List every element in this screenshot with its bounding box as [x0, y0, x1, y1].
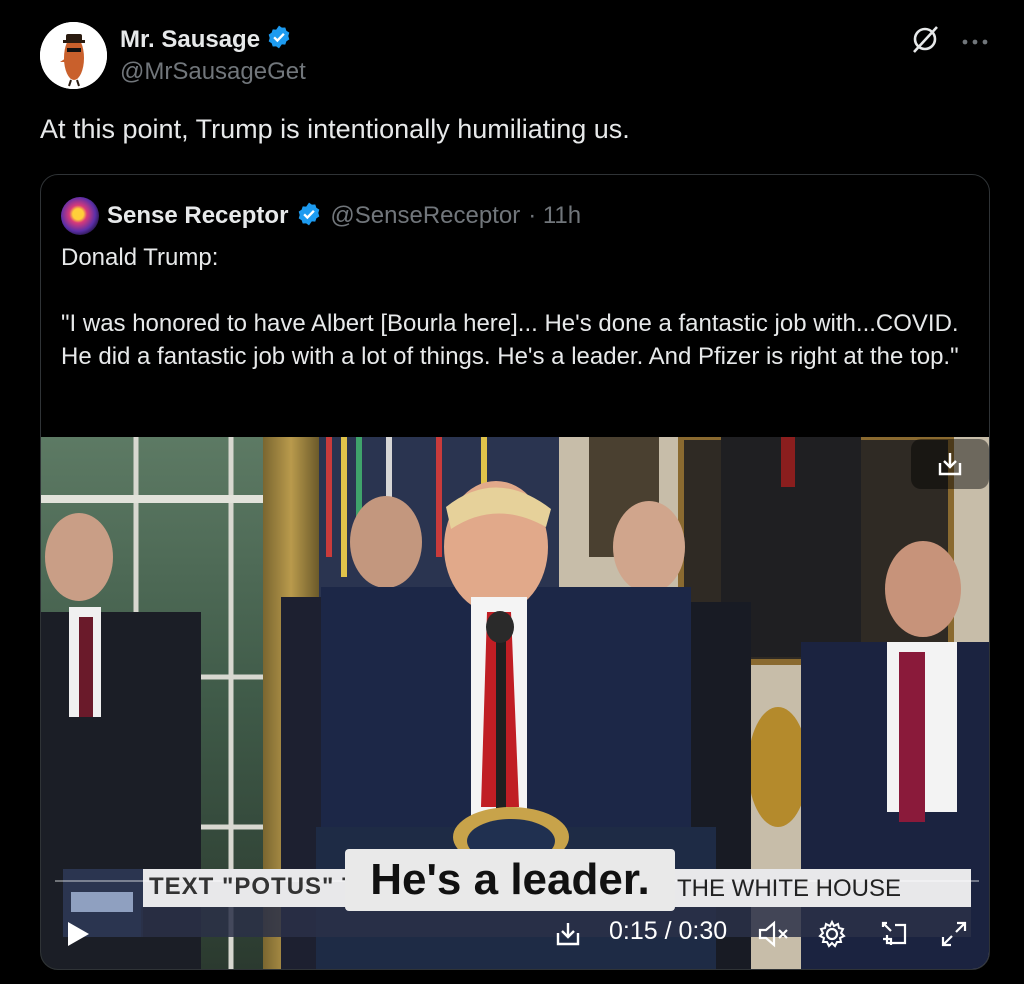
author-avatar[interactable]	[40, 22, 107, 89]
quoted-tweet[interactable]: Sense Receptor @SenseReceptor · 11h Dona…	[40, 174, 990, 970]
fullscreen-icon[interactable]	[937, 917, 971, 951]
mute-icon[interactable]	[755, 917, 791, 951]
author-name[interactable]: Mr. Sausage	[120, 26, 260, 54]
quoted-timestamp[interactable]: · 11h	[528, 202, 581, 230]
banner-left-text: TEXT "POTUS" T	[149, 873, 358, 900]
banner-right-text: THE WHITE HOUSE	[677, 875, 902, 902]
quoted-avatar[interactable]	[61, 197, 99, 235]
settings-icon[interactable]	[815, 917, 849, 951]
pip-icon[interactable]	[877, 917, 911, 951]
tweet-text: At this point, Trump is intentionally hu…	[40, 114, 630, 144]
more-icon[interactable]	[962, 33, 988, 51]
sausage-avatar-image	[40, 22, 107, 89]
video-time-total: 0:30	[678, 917, 728, 945]
quoted-author-name[interactable]: Sense Receptor	[107, 202, 288, 230]
quoted-author-handle[interactable]: @SenseReceptor	[330, 202, 520, 230]
tweet-actions-top	[910, 24, 988, 59]
verified-badge-icon	[296, 201, 322, 232]
video-time-separator: /	[657, 917, 679, 945]
video-player[interactable]: TEXT "POTUS" T THE WHITE HOUSE He's a le…	[41, 437, 989, 969]
video-time-current: 0:15	[609, 917, 658, 945]
quoted-header: Sense Receptor @SenseReceptor · 11h	[61, 197, 581, 235]
download-icon[interactable]	[551, 917, 585, 951]
quoted-body: Donald Trump: "I was honored to have Alb…	[61, 244, 959, 370]
download-icon[interactable]	[933, 447, 967, 481]
verified-badge-icon	[266, 24, 292, 55]
video-time: 0:15 / 0:30	[609, 917, 727, 946]
author-name-row: Mr. Sausage	[120, 24, 292, 55]
author-handle[interactable]: @MrSausageGet	[120, 58, 306, 86]
video-caption: He's a leader.	[345, 849, 675, 911]
grok-icon[interactable]	[910, 24, 940, 59]
play-icon[interactable]	[61, 917, 95, 951]
